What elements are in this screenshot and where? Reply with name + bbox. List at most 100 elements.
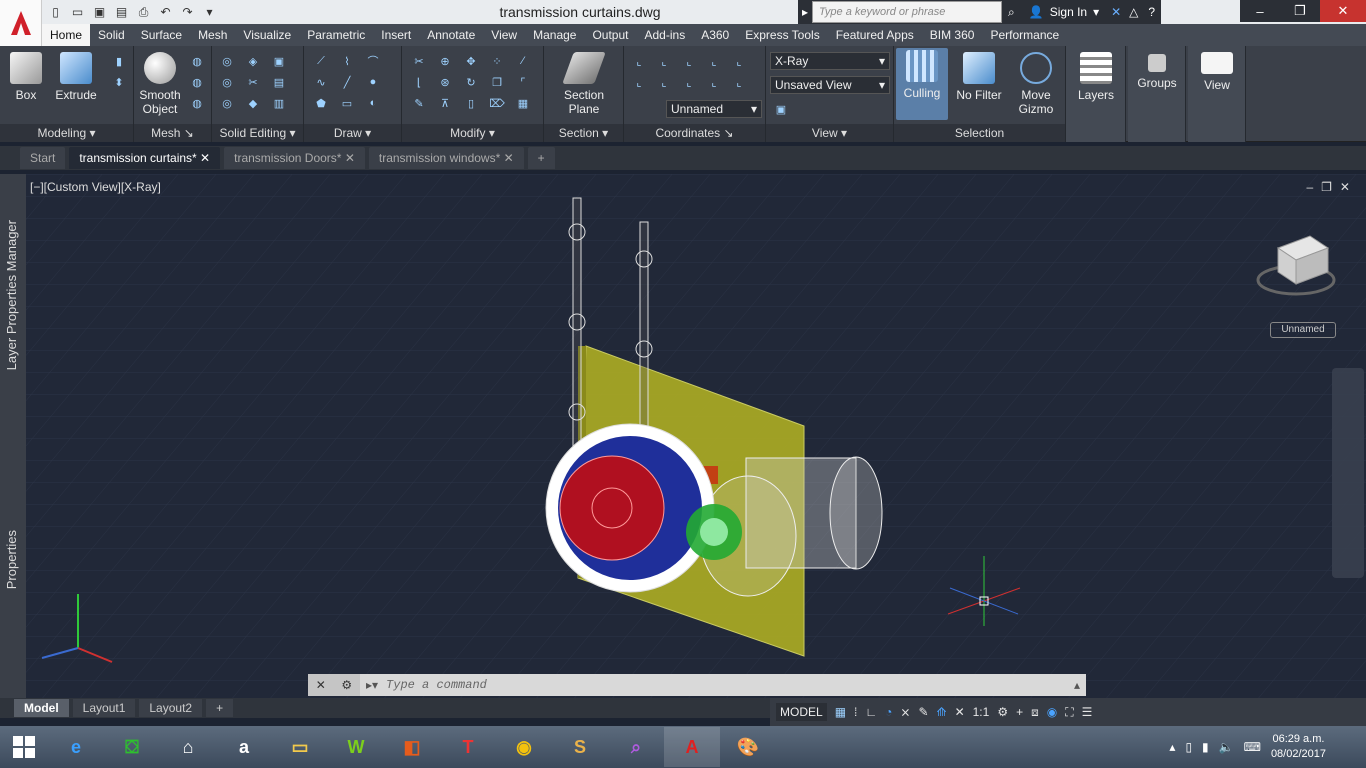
- panel-label-solid-editing[interactable]: Solid Editing ▾: [212, 124, 303, 142]
- interfere-icon[interactable]: ✂: [244, 73, 262, 91]
- ribbon-tab-output[interactable]: Output: [584, 24, 636, 46]
- fillet-icon[interactable]: ⌊: [410, 73, 428, 91]
- section-plane-button[interactable]: Section Plane: [554, 50, 614, 116]
- file-tab[interactable]: transmission windows* ✕: [368, 147, 524, 169]
- ribbon-tab-solid[interactable]: Solid: [90, 24, 133, 46]
- layers-button[interactable]: Layers: [1070, 50, 1122, 102]
- extract-icon[interactable]: ▤: [270, 73, 288, 91]
- restore-button[interactable]: ❐: [1280, 0, 1320, 22]
- polysolid-icon[interactable]: ▮: [110, 52, 128, 70]
- file-tab[interactable]: transmission curtains* ✕: [69, 147, 221, 169]
- command-input[interactable]: Type a command: [378, 678, 487, 692]
- ribbon-tab-view[interactable]: View: [483, 24, 525, 46]
- viewport-window-controls[interactable]: –❐✕: [1307, 180, 1359, 194]
- file-explorer-icon[interactable]: ▭: [272, 727, 328, 767]
- ribbon-tab-performance[interactable]: Performance: [982, 24, 1067, 46]
- break-icon[interactable]: ⁄: [514, 52, 532, 70]
- ucs-name-dropdown[interactable]: Unnamed ▾: [666, 100, 762, 118]
- autocad-taskbar-icon[interactable]: A: [664, 727, 720, 767]
- close-tab-icon[interactable]: ✕: [197, 151, 210, 165]
- ribbon-tab-parametric[interactable]: Parametric: [299, 24, 373, 46]
- mesh-crease-icon[interactable]: ◍: [188, 94, 206, 112]
- copy-icon[interactable]: ❐: [488, 73, 506, 91]
- trim-icon[interactable]: ✂: [410, 52, 428, 70]
- explode-icon[interactable]: ✎: [410, 94, 428, 112]
- visual-style-dropdown[interactable]: X-Ray ▾: [770, 52, 890, 70]
- ribbon-tab-surface[interactable]: Surface: [133, 24, 190, 46]
- ucs-origin-icon[interactable]: ⌞: [630, 73, 648, 91]
- ucs-icon[interactable]: ⌞: [630, 52, 648, 70]
- ucs-world-icon[interactable]: ⌞: [655, 52, 673, 70]
- internet-explorer-icon[interactable]: e: [48, 727, 104, 767]
- wunderlist-icon[interactable]: W: [328, 727, 384, 767]
- drawing-viewport[interactable]: [−][Custom View][X-Ray] –❐✕ Unnamed: [26, 174, 1366, 698]
- paint-icon[interactable]: 🎨: [720, 727, 776, 767]
- viewport-label[interactable]: [−][Custom View][X-Ray]: [30, 180, 161, 194]
- ribbon-tab-add-ins[interactable]: Add-ins: [637, 24, 694, 46]
- culling-button[interactable]: Culling: [896, 48, 948, 120]
- isolate-icon[interactable]: ⧈: [1031, 705, 1039, 720]
- rotate-icon[interactable]: ↻: [462, 73, 480, 91]
- stretch-icon[interactable]: ⌜: [514, 73, 532, 91]
- volume-icon[interactable]: 🔈: [1219, 740, 1234, 754]
- sign-in-button[interactable]: 👤 Sign In ▾: [1021, 5, 1107, 19]
- a360-icon[interactable]: △: [1125, 5, 1142, 19]
- minimize-button[interactable]: –: [1240, 0, 1280, 22]
- arc-icon[interactable]: ⌒: [364, 52, 382, 70]
- undo-icon[interactable]: ↶: [156, 3, 175, 21]
- panel-label-coordinates[interactable]: Coordinates ↘: [624, 124, 765, 142]
- panel-label-modify[interactable]: Modify ▾: [402, 124, 543, 142]
- search-app-icon[interactable]: ⌕: [608, 727, 664, 767]
- separate-icon[interactable]: ▥: [270, 94, 288, 112]
- region-icon[interactable]: ◐: [364, 94, 382, 112]
- ucs-menu-badge[interactable]: Unnamed: [1270, 322, 1336, 338]
- navigation-bar[interactable]: [1332, 368, 1364, 578]
- store-icon[interactable]: ⛋: [104, 727, 160, 767]
- ribbon-tab-mesh[interactable]: Mesh: [190, 24, 235, 46]
- annotation-icon[interactable]: ✎: [918, 705, 928, 719]
- ray-icon[interactable]: ╱: [338, 73, 356, 91]
- move-gizmo-button[interactable]: Move Gizmo: [1010, 50, 1062, 116]
- circle-icon[interactable]: ●: [364, 73, 382, 91]
- smooth-object-button[interactable]: Smooth Object: [134, 50, 186, 116]
- panel-label-section[interactable]: Section ▾: [544, 124, 623, 142]
- binoculars-icon[interactable]: ⌕: [1002, 5, 1021, 20]
- array-icon[interactable]: ⁘: [488, 52, 506, 70]
- ribbon-tab-a360[interactable]: A360: [693, 24, 737, 46]
- settings-icon[interactable]: ⚙: [997, 705, 1008, 719]
- exchange-icon[interactable]: ✕: [1107, 5, 1125, 19]
- rectangle-icon[interactable]: ▭: [338, 94, 356, 112]
- command-expand-icon[interactable]: ▴: [1074, 678, 1086, 692]
- no-filter-button[interactable]: No Filter: [948, 50, 1010, 102]
- grid-icon[interactable]: ▦: [835, 705, 846, 719]
- close-button[interactable]: ✕: [1320, 0, 1366, 22]
- open-icon[interactable]: ▭: [68, 3, 87, 21]
- ribbon-tab-visualize[interactable]: Visualize: [235, 24, 299, 46]
- panel-label-view[interactable]: View ▾: [766, 124, 893, 142]
- new-layout-button[interactable]: +: [206, 699, 234, 717]
- ribbon-tab-insert[interactable]: Insert: [373, 24, 419, 46]
- align-icon[interactable]: ⊼: [436, 94, 454, 112]
- mesh-refine-icon[interactable]: ◍: [188, 73, 206, 91]
- amazon-icon[interactable]: a: [216, 727, 272, 767]
- groups-button[interactable]: Groups: [1131, 50, 1183, 90]
- shell-icon[interactable]: ▣: [270, 52, 288, 70]
- tray-chevron-icon[interactable]: ▴: [1169, 740, 1175, 754]
- panel-label-draw[interactable]: Draw ▾: [304, 124, 401, 142]
- polar-icon[interactable]: ◔: [885, 705, 892, 719]
- ucs-y-icon[interactable]: ⌞: [705, 52, 723, 70]
- layout-tab[interactable]: Layout1: [72, 699, 136, 717]
- sublime-icon[interactable]: S: [552, 727, 608, 767]
- new-icon[interactable]: ▯: [46, 3, 65, 21]
- view-button[interactable]: View: [1191, 50, 1243, 92]
- layout-tab[interactable]: Model: [14, 699, 69, 717]
- subtract-icon[interactable]: ◎: [218, 73, 236, 91]
- device-icon[interactable]: ▯: [1185, 740, 1192, 754]
- close-tab-icon[interactable]: ✕: [500, 151, 514, 165]
- ribbon-tab-manage[interactable]: Manage: [525, 24, 584, 46]
- ucs-z-icon[interactable]: ⌞: [730, 52, 748, 70]
- office-icon[interactable]: ◧: [384, 727, 440, 767]
- app-menu-button[interactable]: [0, 0, 42, 46]
- thicken-icon[interactable]: ◆: [244, 94, 262, 112]
- language-icon[interactable]: ⌨: [1244, 740, 1261, 754]
